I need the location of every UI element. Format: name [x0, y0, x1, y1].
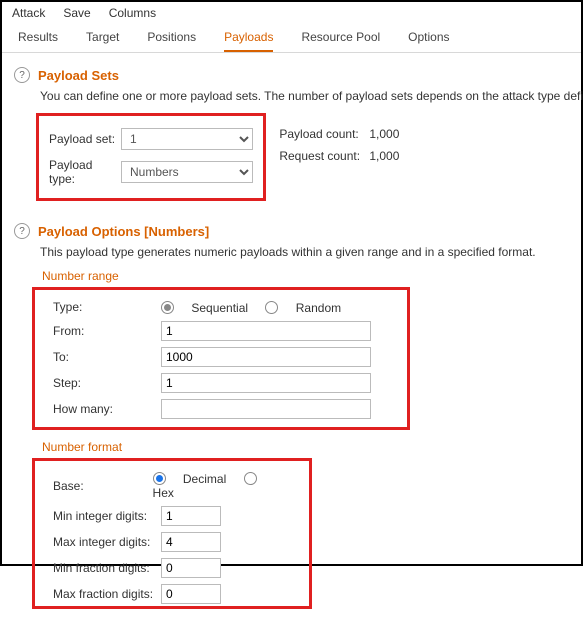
number-format-heading: Number format: [42, 440, 569, 454]
payload-set-select[interactable]: 1: [121, 128, 253, 150]
request-count-label: Request count:: [279, 149, 369, 163]
menu-columns[interactable]: Columns: [109, 6, 156, 20]
to-label: To:: [53, 350, 161, 364]
radio-hex-label: Hex: [153, 486, 174, 500]
radio-decimal-label: Decimal: [183, 472, 226, 486]
payload-count-label: Payload count:: [279, 127, 369, 141]
to-input[interactable]: [161, 347, 371, 367]
range-type-label: Type:: [53, 300, 161, 314]
radio-hex[interactable]: [244, 472, 257, 485]
number-range-box: Type: Sequential Random From: To: Step: …: [32, 287, 410, 430]
tab-target[interactable]: Target: [86, 30, 119, 52]
menu-attack[interactable]: Attack: [12, 6, 45, 20]
max-int-label: Max integer digits:: [53, 535, 161, 549]
payload-counts: Payload count: 1,000 Request count: 1,00…: [279, 113, 399, 171]
payload-sets-title: Payload Sets: [38, 68, 119, 83]
payload-type-label: Payload type:: [49, 158, 121, 186]
menubar: Attack Save Columns: [2, 2, 581, 24]
max-frac-label: Max fraction digits:: [53, 587, 161, 601]
from-label: From:: [53, 324, 161, 338]
number-format-box: Base: Decimal Hex Min integer digits: Ma…: [32, 458, 312, 610]
payload-sets-header: ? Payload Sets: [14, 67, 569, 83]
payload-options-header: ? Payload Options [Numbers]: [14, 223, 569, 239]
radio-random-label: Random: [296, 301, 341, 315]
number-range-heading: Number range: [42, 269, 569, 283]
from-input[interactable]: [161, 321, 371, 341]
max-frac-input[interactable]: [161, 584, 221, 604]
radio-decimal[interactable]: [153, 472, 166, 485]
request-count-value: 1,000: [369, 149, 399, 163]
max-int-input[interactable]: [161, 532, 221, 552]
payload-count-value: 1,000: [369, 127, 399, 141]
base-label: Base:: [53, 479, 153, 493]
tab-bar: Results Target Positions Payloads Resour…: [2, 24, 581, 53]
payload-options-desc: This payload type generates numeric payl…: [40, 245, 569, 259]
radio-sequential[interactable]: [161, 301, 174, 314]
help-icon[interactable]: ?: [14, 223, 30, 239]
payload-type-select[interactable]: Numbers: [121, 161, 253, 183]
tab-options[interactable]: Options: [408, 30, 449, 52]
tab-resource-pool[interactable]: Resource Pool: [301, 30, 380, 52]
radio-random[interactable]: [265, 301, 278, 314]
base-group: Decimal Hex: [153, 471, 297, 501]
radio-sequential-label: Sequential: [191, 301, 248, 315]
payload-options-title: Payload Options [Numbers]: [38, 224, 209, 239]
tab-payloads[interactable]: Payloads: [224, 30, 273, 52]
payload-set-box: Payload set: 1 Payload type: Numbers: [36, 113, 266, 201]
step-label: Step:: [53, 376, 161, 390]
range-type-group: Sequential Random: [161, 300, 355, 315]
content-area: ? Payload Sets You can define one or mor…: [2, 53, 581, 619]
howmany-input[interactable]: [161, 399, 371, 419]
help-icon[interactable]: ?: [14, 67, 30, 83]
payload-set-label: Payload set:: [49, 132, 121, 146]
min-frac-label: Min fraction digits:: [53, 561, 161, 575]
min-int-input[interactable]: [161, 506, 221, 526]
step-input[interactable]: [161, 373, 371, 393]
min-int-label: Min integer digits:: [53, 509, 161, 523]
tab-positions[interactable]: Positions: [147, 30, 196, 52]
payload-sets-desc: You can define one or more payload sets.…: [40, 89, 569, 103]
menu-save[interactable]: Save: [63, 6, 90, 20]
tab-results[interactable]: Results: [18, 30, 58, 52]
min-frac-input[interactable]: [161, 558, 221, 578]
howmany-label: How many:: [53, 402, 161, 416]
